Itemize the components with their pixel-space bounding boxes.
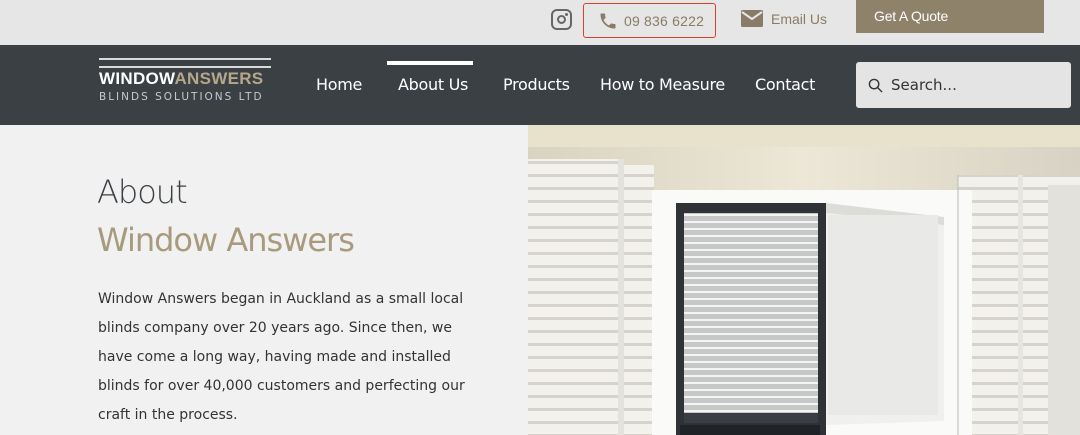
email-link[interactable]: Email Us	[741, 10, 827, 27]
paragraph-line: blinds for over 40,000 customers and per…	[98, 378, 465, 394]
paragraph-line: Window Answers began in Auckland as a sm…	[98, 291, 464, 307]
search-input[interactable]: Search...	[856, 62, 1071, 108]
nav-products[interactable]: Products	[503, 75, 570, 94]
nav-about-us[interactable]: About Us	[398, 75, 468, 94]
main-nav: WINDOWANSWERS BLINDS SOLUTIONS LTD Home …	[0, 45, 1080, 125]
logo-wordmark: WINDOWANSWERS	[99, 70, 271, 87]
about-paragraph: Window Answers began in Auckland as a sm…	[98, 285, 478, 430]
paragraph-line: craft in the process.	[98, 407, 238, 423]
paragraph-line: have come a long way, having made and in…	[98, 349, 451, 365]
nav-home[interactable]: Home	[316, 75, 362, 94]
site-logo[interactable]: WINDOWANSWERS BLINDS SOLUTIONS LTD	[99, 58, 271, 103]
about-heading: About	[97, 173, 188, 211]
about-section: About Window Answers Window Answers bega…	[0, 125, 528, 435]
nav-how-to-measure[interactable]: How to Measure	[600, 75, 725, 94]
paragraph-line: blinds company over 20 years ago. Since …	[98, 320, 452, 336]
about-subheading: Window Answers	[97, 221, 355, 259]
get-quote-button[interactable]: Get A Quote	[856, 0, 1044, 33]
phone-number: 09 836 6222	[624, 12, 705, 29]
active-nav-indicator	[387, 61, 473, 65]
logo-word-window: WINDOW	[99, 69, 175, 88]
top-bar: 09 836 6222 Email Us Get A Quote	[0, 0, 1080, 45]
email-label: Email Us	[771, 10, 828, 27]
logo-tagline: BLINDS SOLUTIONS LTD	[99, 91, 264, 103]
logo-stripes	[99, 58, 271, 68]
nav-contact[interactable]: Contact	[755, 75, 815, 94]
shutters-illustration	[528, 125, 1080, 435]
phone-icon	[600, 13, 616, 28]
phone-link[interactable]: 09 836 6222	[583, 3, 716, 38]
instagram-icon[interactable]	[551, 9, 572, 30]
search-placeholder: Search...	[891, 76, 957, 94]
search-icon	[868, 78, 883, 93]
hero-shutters-image	[528, 125, 1080, 435]
logo-word-answers: ANSWERS	[174, 69, 264, 88]
envelope-icon	[741, 10, 763, 27]
